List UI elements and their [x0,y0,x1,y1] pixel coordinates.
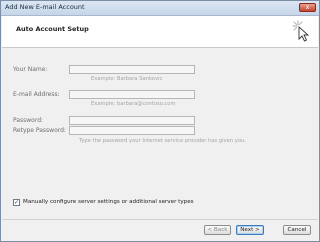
wizard-header: Auto Account Setup [2,16,318,48]
email-address-field[interactable] [69,90,195,99]
retype-password-label: Retype Password: [13,127,66,134]
button-divider [2,219,318,220]
back-button[interactable]: < Back [204,225,231,235]
password-field[interactable] [69,116,195,125]
title-bar: Add New E-mail Account x [1,1,319,16]
retype-password-field[interactable] [69,126,195,135]
next-button[interactable]: Next > [236,225,264,235]
manual-config-label[interactable]: Manually configure server settings or ad… [23,199,194,205]
window-title: Add New E-mail Account [5,3,85,11]
cancel-button[interactable]: Cancel [283,225,311,235]
manual-config-checkbox[interactable]: ✓ [13,199,20,206]
page-title: Auto Account Setup [16,25,89,33]
your-name-hint: Example: Barbara Sankovic [91,76,163,82]
email-address-hint: Example: barbara@contoso.com [91,101,176,107]
close-button[interactable]: x [299,3,316,12]
add-email-account-dialog: Add New E-mail Account x Auto Account Se… [0,0,320,242]
close-icon: x [305,3,310,11]
checkmark-icon: ✓ [14,199,20,206]
your-name-field[interactable] [69,65,195,74]
your-name-label: Your Name: [13,66,48,73]
email-address-label: E-mail Address: [13,91,60,98]
password-label: Password: [13,117,44,124]
cursor-click-icon [292,20,310,42]
password-hint: Type the password your Internet service … [79,138,246,144]
